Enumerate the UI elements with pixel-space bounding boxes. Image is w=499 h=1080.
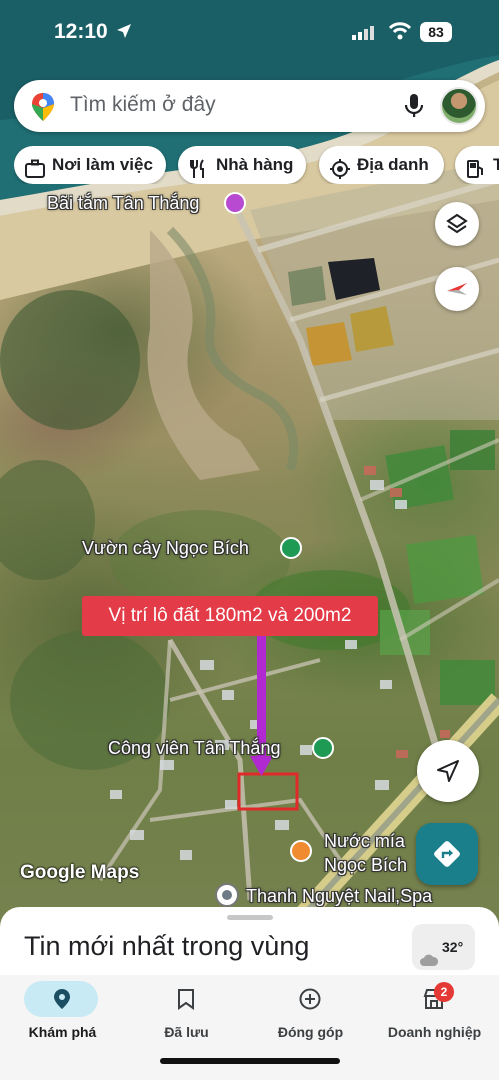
chip-label: Nơi làm việc (52, 155, 153, 174)
nav-label: Doanh nghiệp (387, 1024, 482, 1040)
location-arrow-icon (116, 23, 132, 44)
fork-knife-icon (189, 155, 209, 184)
directions-button[interactable] (416, 823, 478, 885)
chip-label: Nhà hàng (216, 155, 294, 174)
business-notification-badge: 2 (434, 982, 454, 1002)
compass-icon (445, 279, 469, 304)
search-input[interactable]: Tìm kiếm ở đây (70, 93, 216, 117)
my-location-button[interactable] (417, 740, 479, 802)
briefcase-icon (25, 155, 45, 184)
navigation-arrow-icon (436, 759, 460, 788)
category-chips: Nơi làm việc Nhà hàng Địa danh T (14, 146, 499, 184)
chip-workplace[interactable]: Nơi làm việc (14, 146, 166, 184)
chip-gas-station[interactable]: T (455, 146, 499, 184)
search-bar[interactable]: Tìm kiếm ở đây (14, 80, 485, 132)
google-maps-logo-icon (30, 92, 56, 127)
map-label-beach[interactable]: Bãi tắm Tân Thắng (47, 193, 199, 214)
land-plot-banner: Vị trí lô đất 180m2 và 200m2 (82, 596, 378, 636)
cellular-signal-icon (352, 26, 376, 45)
directions-icon (433, 840, 461, 873)
add-circle-icon (299, 988, 321, 1015)
status-time: 12:10 (54, 20, 108, 43)
map-label-nail-spa[interactable]: Thanh Nguyệt Nail,Spa (246, 886, 432, 907)
chip-restaurant[interactable]: Nhà hàng (178, 146, 306, 184)
chip-label: T (493, 155, 499, 174)
map-label-garden[interactable]: Vườn cây Ngọc Bích (82, 538, 249, 559)
tree-poi-icon[interactable] (312, 737, 334, 759)
status-bar: 12:10 83 (0, 0, 499, 64)
nav-explore[interactable]: Khám phá (0, 975, 125, 1045)
compass-button[interactable] (435, 267, 479, 311)
map-label-juice-line1[interactable]: Nước mía (324, 831, 405, 852)
home-indicator (160, 1058, 340, 1064)
sheet-title: Tin mới nhất trong vùng (24, 931, 310, 961)
photo-poi-icon[interactable] (224, 192, 246, 214)
gas-station-icon (466, 155, 486, 184)
flower-poi-icon[interactable] (280, 537, 302, 559)
map-label-park[interactable]: Công viên Tân Thắng (108, 738, 280, 759)
chip-landmark[interactable]: Địa danh (319, 146, 444, 184)
landmark-icon (330, 155, 350, 184)
sheet-drag-handle[interactable] (227, 915, 273, 920)
google-maps-attribution: Google Maps (20, 862, 140, 883)
layers-icon (446, 213, 468, 240)
battery-indicator: 83 (420, 22, 452, 42)
weather-chip[interactable]: 32° (412, 924, 475, 970)
nav-label: Khám phá (28, 1024, 97, 1040)
map-label-juice-line2[interactable]: Ngọc Bích (324, 855, 407, 876)
bookmark-icon (177, 988, 195, 1015)
nav-saved[interactable]: Đã lưu (124, 975, 249, 1045)
nav-business[interactable]: Doanh nghiệp (372, 975, 497, 1045)
profile-avatar[interactable] (440, 87, 478, 125)
cafe-poi-icon[interactable] (290, 840, 312, 862)
wifi-icon (388, 22, 412, 45)
nav-label: Đóng góp (277, 1024, 344, 1040)
nav-contribute[interactable]: Đóng góp (248, 975, 373, 1045)
chip-label: Địa danh (357, 155, 429, 174)
microphone-icon[interactable] (404, 93, 424, 124)
layers-button[interactable] (435, 202, 479, 246)
explore-pin-icon (53, 988, 71, 1015)
nav-label: Đã lưu (164, 1024, 209, 1040)
bottom-nav: Khám phá Đã lưu Đóng góp Doanh nghiệp (0, 975, 499, 1080)
weather-temperature: 32° (442, 939, 464, 955)
